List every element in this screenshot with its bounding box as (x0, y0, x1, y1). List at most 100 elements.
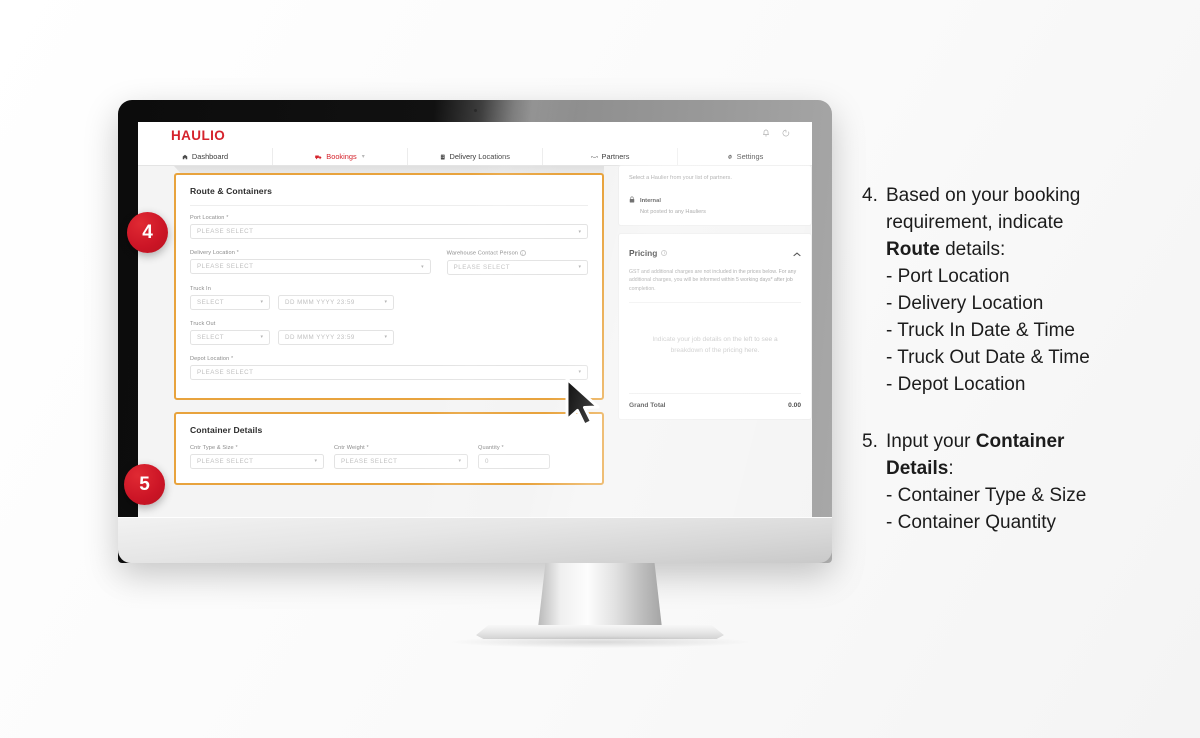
chevron-up-icon[interactable] (793, 244, 801, 262)
nav-item-partners[interactable]: Partners (543, 148, 678, 165)
placeholder-text: PLEASE SELECT (197, 263, 254, 270)
haulio-logo: HAULIO (171, 128, 226, 143)
label-depot-location: Depot Location * (190, 356, 588, 362)
poster-canvas: HAULIO Dashboard Bookings ▾ Delivery Loc… (0, 0, 1200, 738)
monitor-mockup: HAULIO Dashboard Bookings ▾ Delivery Loc… (118, 100, 832, 563)
main-nav: Dashboard Bookings ▾ Delivery Locations … (138, 148, 812, 166)
warehouse-contact-select[interactable]: PLEASE SELECT ▾ (446, 259, 588, 275)
required-marker: * (501, 444, 504, 451)
annotation-4-number: 4. (862, 185, 878, 206)
left-column: Route & Containers Port Location * PLEAS… (174, 173, 604, 485)
handshake-icon (590, 154, 598, 160)
mouse-cursor (563, 377, 607, 434)
info-icon[interactable]: i (661, 249, 668, 256)
hauler-option-internal[interactable]: Internal Not posted to any Hauliers (629, 189, 801, 215)
annotation-5-item-1: - Container Quantity (886, 511, 1057, 533)
truck-icon (315, 154, 322, 160)
logout-icon[interactable] (782, 129, 790, 137)
notification-bell-icon[interactable] (762, 129, 770, 137)
annotation-4-item-2: - Truck In Date & Time (886, 319, 1075, 341)
webcam-dot (473, 109, 477, 112)
pricing-empty-state: Indicate your job details on the left to… (652, 336, 778, 355)
nav-label-settings: Settings (736, 152, 764, 161)
annotation-5-line2-bold: Details (886, 457, 949, 479)
field-truck-in: Truck In SELECT ▾ DD MMM YYYY 23:59 ▾ (190, 286, 588, 310)
depot-location-select[interactable]: PLEASE SELECT ▾ (190, 364, 588, 380)
annotation-4-item-1: - Delivery Location (886, 292, 1044, 314)
app-topbar: HAULIO (138, 122, 812, 148)
nav-label-dashboard: Dashboard (191, 152, 229, 161)
chevron-down-icon: ▾ (260, 334, 263, 340)
nav-item-dashboard[interactable]: Dashboard (138, 148, 273, 165)
port-location-select[interactable]: PLEASE SELECT ▾ (190, 224, 588, 239)
placeholder-text: SELECT (197, 333, 225, 341)
placeholder-text: PLEASE SELECT (197, 368, 254, 376)
annotation-5-line1-pre: Input your (886, 430, 976, 452)
route-card-title: Route & Containers (190, 186, 273, 196)
nav-label-delivery-locations: Delivery Locations (449, 152, 510, 161)
chevron-down-icon: ▾ (384, 334, 387, 340)
annotation-4-item-4: - Depot Location (886, 373, 1026, 395)
haulio-app: HAULIO Dashboard Bookings ▾ Delivery Loc… (138, 122, 812, 517)
hauler-hint-text: Select a Haulier from your list of partn… (629, 175, 732, 181)
annotation-4-body: Based on your booking requirement, indic… (886, 183, 1090, 399)
internal-subtitle: Not posted to any Hauliers (640, 208, 706, 215)
grand-total-value: 0.00 (788, 401, 801, 409)
container-fields-row: Cntr Type & Size * PLEASE SELECT ▾ Cntr … (176, 441, 602, 483)
truck-out-type-select[interactable]: SELECT ▾ (190, 329, 270, 345)
nav-label-partners: Partners (601, 152, 630, 161)
annotation-4-after-bold: details: (939, 238, 1006, 260)
quantity-input[interactable]: 0 (478, 453, 550, 469)
field-delivery-location: Delivery Location * PLEASE SELECT ▾ (190, 250, 431, 275)
nav-item-bookings[interactable]: Bookings ▾ (273, 148, 408, 165)
label-text: Port Location (190, 215, 225, 221)
monitor-chin (118, 517, 832, 563)
monitor-bezel: HAULIO Dashboard Bookings ▾ Delivery Loc… (118, 100, 832, 563)
chevron-down-icon[interactable]: ▾ (362, 153, 365, 160)
label-text: Depot Location (190, 355, 230, 362)
annotation-5-item-0: - Container Type & Size (886, 484, 1087, 506)
cntr-type-size-select[interactable]: PLEASE SELECT ▾ (190, 453, 324, 469)
field-cntr-weight: Cntr Weight * PLEASE SELECT ▾ (334, 445, 468, 469)
nav-label-bookings: Bookings (326, 152, 357, 161)
annotation-5-line2-post: : (948, 457, 954, 479)
route-containers-card: Route & Containers Port Location * PLEAS… (174, 173, 604, 400)
truck-in-type-select[interactable]: SELECT ▾ (190, 294, 270, 310)
label-text: Warehouse Contact Person (446, 250, 519, 257)
label-text: Cntr Type & Size (190, 444, 234, 451)
info-icon[interactable]: i (519, 250, 526, 256)
nav-item-delivery-locations[interactable]: Delivery Locations (408, 148, 543, 165)
chevron-down-icon: ▾ (384, 299, 387, 305)
monitor-stand-neck (538, 563, 662, 628)
chevron-down-icon: ▾ (458, 458, 461, 464)
warehouse-icon (440, 154, 446, 160)
annotation-5-line1: Input your Container (886, 429, 1086, 456)
placeholder-text: PLEASE SELECT (197, 228, 254, 235)
field-cntr-type-size: Cntr Type & Size * PLEASE SELECT ▾ (190, 445, 324, 469)
pricing-panel: Pricing i GST and additional charges are… (619, 233, 811, 419)
pricing-note: GST and additional charges are not inclu… (629, 268, 801, 304)
placeholder-text: DD MMM YYYY 23:59 (285, 333, 355, 341)
annotation-step-4: 4. Based on your booking requirement, in… (862, 183, 1187, 399)
annotation-5-body: Input your Container Details: - Containe… (886, 429, 1086, 537)
internal-texts: Internal Not posted to any Hauliers (640, 189, 706, 215)
required-marker: * (231, 355, 234, 362)
app-body: Route & Containers Port Location * PLEAS… (138, 166, 812, 517)
field-depot-location: Depot Location * PLEASE SELECT ▾ (190, 356, 588, 380)
pricing-title-group: Pricing i (629, 247, 668, 258)
required-marker: * (235, 444, 238, 451)
truck-out-datetime-input[interactable]: DD MMM YYYY 23:59 ▾ (278, 329, 394, 345)
label-truck-out: Truck Out (190, 320, 216, 327)
truck-in-datetime-input[interactable]: DD MMM YYYY 23:59 ▾ (278, 294, 394, 310)
nav-item-settings[interactable]: Settings (678, 148, 812, 165)
field-truck-out: Truck Out SELECT ▾ DD MMM YYYY 23:59 ▾ (190, 321, 588, 345)
step-badge-5: 5 (124, 464, 165, 505)
cntr-weight-select[interactable]: PLEASE SELECT ▾ (334, 453, 468, 469)
internal-title: Internal (640, 198, 661, 205)
route-form: Port Location * PLEASE SELECT ▾ Delivery… (176, 206, 602, 398)
annotation-4-item-0: - Port Location (886, 265, 1010, 287)
pricing-title: Pricing (629, 247, 658, 258)
required-marker: * (236, 250, 239, 256)
hauler-panel: Select a Haulier from your list of partn… (619, 166, 811, 225)
delivery-location-select[interactable]: PLEASE SELECT ▾ (190, 259, 431, 274)
